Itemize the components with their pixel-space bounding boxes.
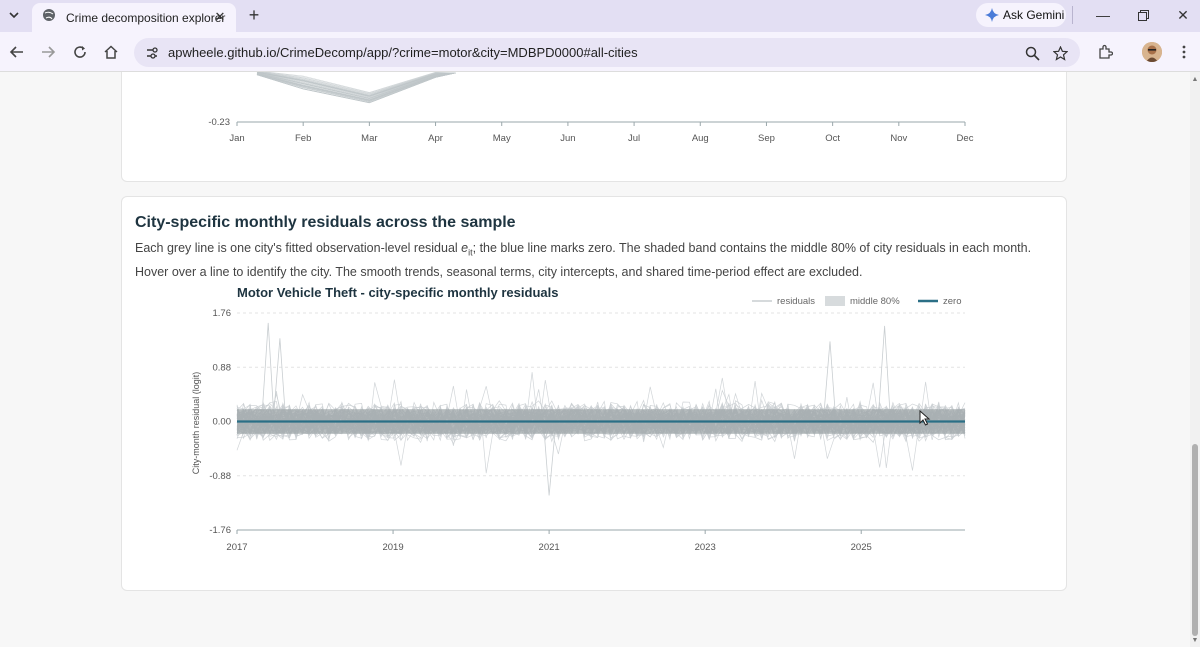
- active-tab[interactable]: Crime decomposition explorer ✕: [32, 3, 236, 32]
- extensions-icon[interactable]: [1094, 41, 1116, 63]
- legend-band-swatch: [825, 296, 845, 306]
- tab-strip: Crime decomposition explorer ✕ + Ask Gem…: [0, 0, 1200, 32]
- seasonal-month-label: Nov: [890, 133, 907, 144]
- bookmark-star-icon[interactable]: [1050, 43, 1070, 63]
- profile-avatar[interactable]: [1142, 42, 1162, 62]
- reload-icon[interactable]: [69, 41, 91, 63]
- chart-title: Motor Vehicle Theft - city-specific mont…: [237, 285, 558, 300]
- seasonal-lines: [256, 72, 456, 104]
- tab-title: Crime decomposition explorer: [66, 10, 226, 25]
- separator: [1072, 6, 1073, 24]
- minimize-icon[interactable]: —: [1092, 5, 1114, 25]
- page-scrollbar[interactable]: ▲ ▼: [1190, 72, 1200, 647]
- seasonal-month-label: Jul: [628, 133, 640, 144]
- site-info-icon[interactable]: [142, 43, 162, 63]
- zoom-icon[interactable]: [1022, 43, 1042, 63]
- x-tick-label: 2023: [695, 542, 716, 553]
- y-tick-label: 0.00: [213, 417, 232, 428]
- forward-icon[interactable]: [37, 41, 59, 63]
- mouse-cursor-icon: [919, 410, 931, 426]
- y-tick-label: -0.88: [209, 471, 231, 482]
- chart-legend: residuals middle 80% zero: [752, 296, 961, 307]
- grid-lines: [237, 312, 965, 477]
- residuals-card: City-specific monthly residuals across t…: [121, 196, 1067, 591]
- seasonal-month-label: Jan: [229, 133, 244, 144]
- ask-gemini-label: Ask Gemini: [1003, 8, 1065, 22]
- legend-band-label: middle 80%: [850, 296, 900, 307]
- page-viewport: -0.23 Jan Feb Mar Apr May Jun Jul Aug Sep Oct Nov D…: [0, 72, 1190, 647]
- close-window-icon[interactable]: ✕: [1172, 5, 1194, 25]
- x-tick-label: 2025: [851, 542, 872, 553]
- globe-icon: [42, 8, 56, 27]
- desc-part1: Each grey line is one city's fitted obse…: [135, 241, 462, 255]
- y-tick-label: -1.76: [209, 525, 231, 536]
- x-tick-labels: 2017 2019 2021 2023 2025: [226, 530, 872, 553]
- browser-toolbar: apwheele.github.io/CrimeDecomp/app/?crim…: [0, 32, 1200, 72]
- gemini-sparkle-icon: [985, 8, 999, 22]
- back-icon[interactable]: [6, 41, 28, 63]
- home-icon[interactable]: [100, 41, 122, 63]
- seasonal-month-label: Jun: [560, 133, 575, 144]
- seasonal-month-label: May: [493, 133, 511, 144]
- y-tick-label: 1.76: [213, 308, 232, 319]
- seasonal-month-label: Mar: [361, 133, 377, 144]
- seasonal-month-label: Dec: [957, 133, 974, 144]
- address-bar[interactable]: apwheele.github.io/CrimeDecomp/app/?crim…: [134, 38, 1080, 67]
- legend-residuals-label: residuals: [777, 296, 815, 307]
- seasonal-month-ticks: Jan Feb Mar Apr May Jun Jul Aug Sep Oct Nov Dec: [229, 122, 974, 144]
- section-title: City-specific monthly residuals across t…: [135, 214, 516, 231]
- seasonal-month-label: Aug: [692, 133, 709, 144]
- url-text[interactable]: apwheele.github.io/CrimeDecomp/app/?crim…: [168, 45, 638, 60]
- x-tick-label: 2021: [539, 542, 560, 553]
- y-tick-label: 0.88: [213, 362, 232, 373]
- x-tick-label: 2017: [226, 542, 247, 553]
- x-tick-label: 2019: [382, 542, 403, 553]
- legend-zero-label: zero: [943, 296, 961, 307]
- seasonal-month-label: Sep: [758, 133, 775, 144]
- scroll-up-icon[interactable]: ▲: [1191, 76, 1199, 84]
- seasonal-y-min-label: -0.23: [208, 117, 230, 128]
- scroll-down-icon[interactable]: ▼: [1191, 637, 1199, 645]
- ask-gemini-button[interactable]: Ask Gemini: [976, 3, 1066, 27]
- menu-kebab-icon[interactable]: [1173, 41, 1195, 63]
- seasonal-chart: -0.23 Jan Feb Mar Apr May Jun Jul Aug Sep Oct Nov D…: [208, 72, 974, 144]
- close-tab-icon[interactable]: ✕: [212, 9, 228, 25]
- seasonal-chart-card: -0.23 Jan Feb Mar Apr May Jun Jul Aug Sep Oct Nov D…: [121, 72, 1067, 182]
- section-description: Each grey line is one city's fitted obse…: [135, 239, 1045, 282]
- restore-icon[interactable]: [1132, 5, 1154, 25]
- seasonal-month-label: Oct: [825, 133, 840, 144]
- new-tab-icon[interactable]: +: [244, 5, 264, 25]
- seasonal-month-label: Apr: [428, 133, 443, 144]
- y-tick-labels: 1.76 0.88 0.00 -0.88 -1.76: [209, 308, 231, 536]
- seasonal-month-label: Feb: [295, 133, 311, 144]
- scroll-thumb[interactable]: [1192, 444, 1198, 636]
- tab-search-icon[interactable]: [4, 5, 24, 25]
- y-axis-label: City-month residual (logit): [191, 372, 201, 475]
